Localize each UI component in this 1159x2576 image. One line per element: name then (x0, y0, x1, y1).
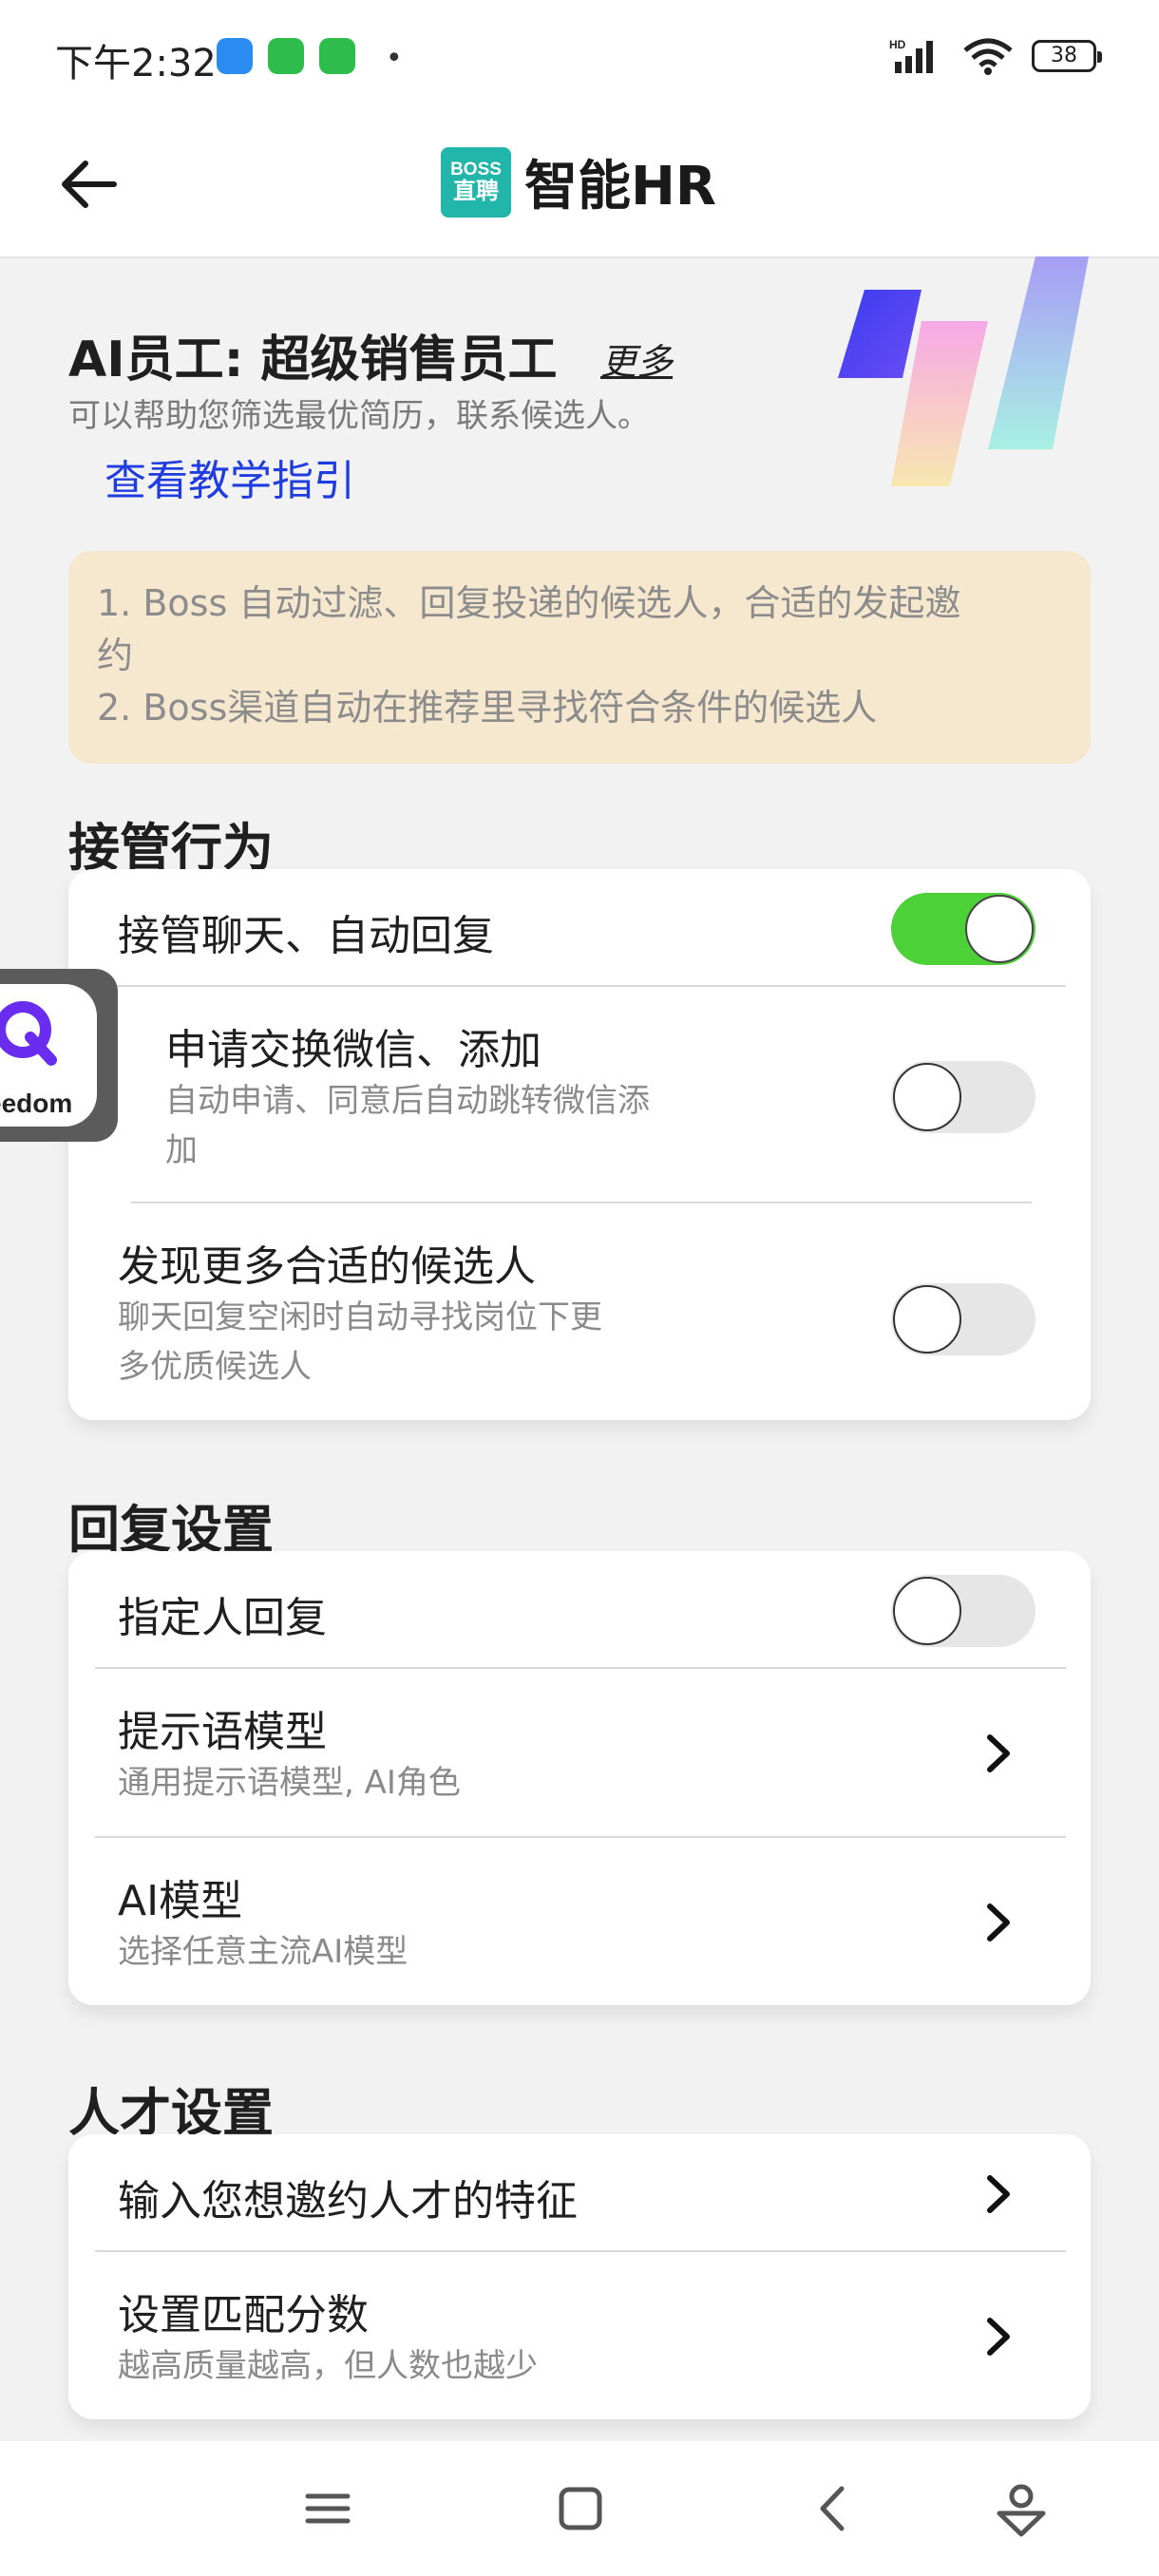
logo-line1: BOSS (450, 159, 502, 180)
divider (131, 1202, 1032, 1203)
prompt-model-desc: 通用提示语模型, AI角色 (118, 1764, 461, 1802)
hero-subtitle: 可以帮助您筛选最优简历，联系候选人。 (68, 397, 650, 435)
page-title: 智能HR (524, 156, 716, 218)
more-link[interactable]: 更多 (600, 332, 673, 385)
floating-widget-inner: eedom (0, 984, 97, 1127)
menu-icon[interactable] (294, 2475, 361, 2542)
floating-app-widget[interactable]: eedom (0, 969, 118, 1142)
chevron-right-icon (987, 1734, 1010, 1772)
back-nav-icon[interactable] (800, 2475, 866, 2542)
find-candidates-row[interactable]: 发现更多合适的候选人 聊天回复空闲时自动寻找岗位下更 多优质候选人 (68, 1207, 1091, 1420)
notification-dot-icon: • (386, 42, 403, 75)
designated-reply-row[interactable]: 指定人回复 (68, 1551, 1091, 1669)
takeover-chat-row[interactable]: 接管聊天、自动回复 (68, 869, 1091, 987)
match-score-desc: 越高质量越高，但人数也越少 (118, 2347, 538, 2385)
find-candidates-label: 发现更多合适的候选人 (118, 1242, 536, 1291)
wifi-icon (963, 38, 1013, 75)
status-bar: 下午2:32 • HD 38 (0, 0, 1159, 112)
toggle-knob (893, 1063, 961, 1131)
takeover-chat-label: 接管聊天、自动回复 (118, 912, 494, 960)
match-score-label: 设置匹配分数 (118, 2291, 369, 2339)
designated-reply-toggle[interactable] (891, 1575, 1036, 1647)
system-nav-bar (0, 2441, 1159, 2576)
designated-reply-label: 指定人回复 (118, 1594, 327, 1642)
assistant-icon[interactable] (988, 2475, 1054, 2542)
back-arrow-icon[interactable] (53, 146, 129, 222)
takeover-chat-toggle[interactable] (891, 893, 1036, 965)
chevron-right-icon (987, 2175, 1010, 2213)
status-indicators: HD 38 (889, 34, 1102, 78)
prompt-model-row[interactable]: 提示语模型 通用提示语模型, AI角色 (68, 1669, 1091, 1836)
decorative-stripes-graphic (838, 256, 1089, 486)
ai-model-desc: 选择任意主流AI模型 (118, 1933, 408, 1971)
wechat-exchange-label: 申请交换微信、添加 (165, 1026, 542, 1074)
wechat-exchange-row[interactable]: 申请交换微信、添加 自动申请、同意后自动跳转微信添 加 (68, 987, 1091, 1207)
tutorial-guide-link[interactable]: 查看教学指引 (104, 446, 355, 507)
browser-app-icon (217, 38, 253, 74)
find-candidates-desc-1: 聊天回复空闲时自动寻找岗位下更 (118, 1298, 602, 1336)
app-brand: BOSS 直聘 智能HR (441, 143, 716, 220)
info-line-1-cont: 约 (97, 635, 134, 676)
find-candidates-toggle[interactable] (891, 1283, 1036, 1355)
toggle-knob (893, 1285, 961, 1354)
reply-card: 指定人回复 提示语模型 通用提示语模型, AI角色 AI模型 选择任意主流AI模… (68, 1551, 1091, 2005)
app-bar: BOSS 直聘 智能HR (0, 112, 1159, 258)
status-time: 下午2:32 (55, 42, 217, 85)
q-logo-icon (0, 1001, 57, 1066)
chevron-right-icon (987, 2318, 1010, 2356)
match-score-row[interactable]: 设置匹配分数 越高质量越高，但人数也越少 (68, 2252, 1091, 2419)
logo-line2: 直聘 (453, 178, 499, 204)
talent-traits-label: 输入您想邀约人才的特征 (118, 2177, 578, 2226)
boss-logo: BOSS 直聘 (441, 146, 511, 218)
ai-model-row[interactable]: AI模型 选择任意主流AI模型 (68, 1838, 1091, 2005)
phone-app-icon (319, 38, 355, 74)
home-square-icon[interactable] (547, 2475, 614, 2542)
find-candidates-desc-2: 多优质候选人 (118, 1348, 312, 1386)
feature-info-box: 1. Boss 自动过滤、回复投递的候选人，合适的发起邀 约 2. Boss渠道… (68, 551, 1091, 764)
talent-traits-row[interactable]: 输入您想邀约人才的特征 (68, 2134, 1091, 2252)
talent-card: 输入您想邀约人才的特征 设置匹配分数 越高质量越高，但人数也越少 (68, 2134, 1091, 2419)
signal-icon: HD (889, 38, 933, 73)
floating-widget-label: eedom (0, 1089, 73, 1118)
wechat-exchange-desc-2: 加 (165, 1131, 198, 1169)
wechat-app-icon (268, 38, 304, 74)
wechat-exchange-toggle[interactable] (891, 1061, 1036, 1133)
takeover-card: 接管聊天、自动回复 申请交换微信、添加 自动申请、同意后自动跳转微信添 加 发现… (68, 869, 1091, 1420)
network-label: HD (889, 38, 906, 51)
info-line-2: 2. Boss渠道自动在推荐里寻找符合条件的候选人 (97, 687, 878, 729)
toggle-knob (965, 895, 1034, 963)
wechat-exchange-desc-1: 自动申请、同意后自动跳转微信添 (165, 1082, 650, 1120)
ai-model-label: AI模型 (118, 1877, 243, 1925)
chevron-right-icon (987, 1904, 1010, 1941)
battery-icon: 38 (1032, 40, 1102, 72)
hero-title: AI员工: 超级销售员工 (68, 331, 558, 388)
toggle-knob (893, 1577, 961, 1645)
prompt-model-label: 提示语模型 (118, 1708, 327, 1756)
info-line-1: 1. Boss 自动过滤、回复投递的候选人，合适的发起邀 (97, 582, 961, 624)
